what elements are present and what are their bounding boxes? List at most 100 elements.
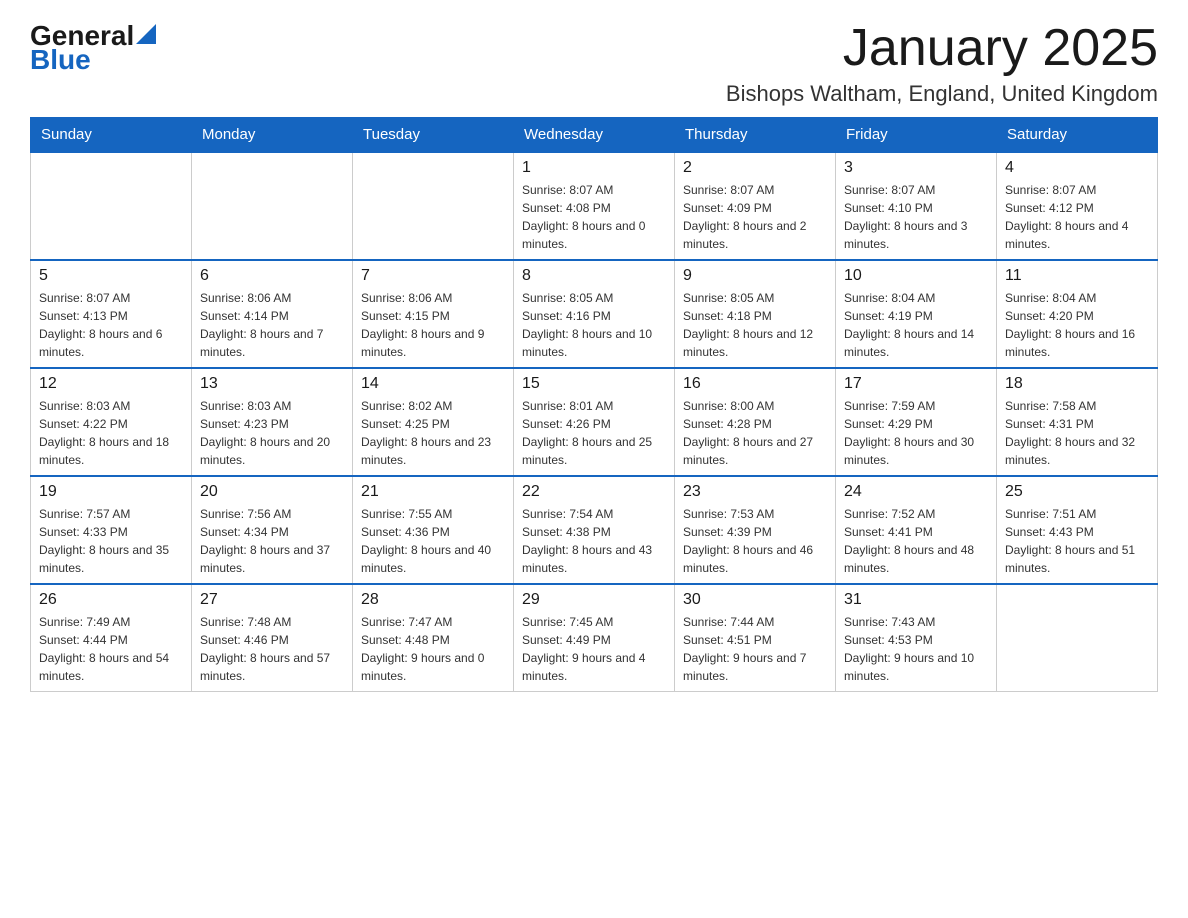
day-info: Sunrise: 8:03 AMSunset: 4:22 PMDaylight:…	[39, 397, 183, 469]
calendar-cell-1-6: 11 Sunrise: 8:04 AMSunset: 4:20 PMDayligh…	[997, 260, 1158, 368]
day-number: 4	[1005, 159, 1149, 177]
calendar-cell-2-1: 13 Sunrise: 8:03 AMSunset: 4:23 PMDayligh…	[192, 368, 353, 476]
week-row-5: 26Sunrise: 7:49 AMSunset: 4:44 PMDayligh…	[31, 584, 1158, 692]
day-number: 7	[361, 267, 505, 285]
day-info: Sunrise: 8:05 AMSunset: 4:16 PMDaylight:…	[522, 289, 666, 361]
week-row-4: 19 Sunrise: 7:57 AMSunset: 4:33 PMDayligh…	[31, 476, 1158, 584]
weekday-header-row: SundayMondayTuesdayWednesdayThursdayFrid…	[31, 118, 1158, 153]
calendar-cell-4-6	[997, 584, 1158, 692]
day-info: Sunrise: 8:04 AMSunset: 4:20 PMDaylight:…	[1005, 289, 1149, 361]
day-number: 30	[683, 591, 827, 609]
day-number: 11	[1005, 267, 1149, 285]
weekday-header-saturday: Saturday	[997, 118, 1158, 153]
day-info: Sunrise: 7:57 AMSunset: 4:33 PMDaylight:…	[39, 505, 183, 577]
calendar-cell-3-0: 19 Sunrise: 7:57 AMSunset: 4:33 PMDayligh…	[31, 476, 192, 584]
calendar-cell-0-2	[353, 152, 514, 260]
day-info: Sunrise: 7:58 AMSunset: 4:31 PMDaylight:…	[1005, 397, 1149, 469]
day-number: 8	[522, 267, 666, 285]
calendar-cell-1-0: 5 Sunrise: 8:07 AMSunset: 4:13 PMDaylight…	[31, 260, 192, 368]
calendar-table: SundayMondayTuesdayWednesdayThursdayFrid…	[30, 117, 1158, 692]
day-info: Sunrise: 7:51 AMSunset: 4:43 PMDaylight:…	[1005, 505, 1149, 577]
weekday-header-monday: Monday	[192, 118, 353, 153]
calendar-cell-3-5: 24Sunrise: 7:52 AMSunset: 4:41 PMDayligh…	[836, 476, 997, 584]
calendar-cell-0-0	[31, 152, 192, 260]
weekday-header-sunday: Sunday	[31, 118, 192, 153]
calendar-cell-1-5: 10Sunrise: 8:04 AMSunset: 4:19 PMDayligh…	[836, 260, 997, 368]
day-number: 16	[683, 375, 827, 393]
calendar-cell-1-4: 9Sunrise: 8:05 AMSunset: 4:18 PMDaylight…	[675, 260, 836, 368]
day-number: 27	[200, 591, 344, 609]
day-number: 5	[39, 267, 183, 285]
calendar-cell-3-3: 22Sunrise: 7:54 AMSunset: 4:38 PMDayligh…	[514, 476, 675, 584]
calendar-cell-2-6: 18 Sunrise: 7:58 AMSunset: 4:31 PMDayligh…	[997, 368, 1158, 476]
day-info: Sunrise: 7:53 AMSunset: 4:39 PMDaylight:…	[683, 505, 827, 577]
day-number: 1	[522, 159, 666, 177]
day-info: Sunrise: 7:55 AMSunset: 4:36 PMDaylight:…	[361, 505, 505, 577]
logo-triangle-icon	[136, 24, 156, 44]
day-info: Sunrise: 8:07 AMSunset: 4:08 PMDaylight:…	[522, 181, 666, 253]
day-info: Sunrise: 8:06 AMSunset: 4:14 PMDaylight:…	[200, 289, 344, 361]
calendar-cell-2-0: 12 Sunrise: 8:03 AMSunset: 4:22 PMDayligh…	[31, 368, 192, 476]
day-info: Sunrise: 7:45 AMSunset: 4:49 PMDaylight:…	[522, 613, 666, 685]
day-info: Sunrise: 8:07 AMSunset: 4:10 PMDaylight:…	[844, 181, 988, 253]
day-number: 19	[39, 483, 183, 501]
day-info: Sunrise: 8:01 AMSunset: 4:26 PMDaylight:…	[522, 397, 666, 469]
day-info: Sunrise: 7:49 AMSunset: 4:44 PMDaylight:…	[39, 613, 183, 685]
calendar-cell-4-2: 28 Sunrise: 7:47 AMSunset: 4:48 PMDayligh…	[353, 584, 514, 692]
calendar-cell-0-6: 4Sunrise: 8:07 AMSunset: 4:12 PMDaylight…	[997, 152, 1158, 260]
calendar-cell-3-4: 23 Sunrise: 7:53 AMSunset: 4:39 PMDayligh…	[675, 476, 836, 584]
day-info: Sunrise: 7:43 AMSunset: 4:53 PMDaylight:…	[844, 613, 988, 685]
day-info: Sunrise: 8:07 AMSunset: 4:09 PMDaylight:…	[683, 181, 827, 253]
weekday-header-wednesday: Wednesday	[514, 118, 675, 153]
day-number: 3	[844, 159, 988, 177]
day-number: 17	[844, 375, 988, 393]
day-number: 28	[361, 591, 505, 609]
day-info: Sunrise: 7:48 AMSunset: 4:46 PMDaylight:…	[200, 613, 344, 685]
day-info: Sunrise: 8:06 AMSunset: 4:15 PMDaylight:…	[361, 289, 505, 361]
day-number: 29	[522, 591, 666, 609]
day-info: Sunrise: 8:07 AMSunset: 4:13 PMDaylight:…	[39, 289, 183, 361]
day-info: Sunrise: 7:44 AMSunset: 4:51 PMDaylight:…	[683, 613, 827, 685]
calendar-cell-3-6: 25 Sunrise: 7:51 AMSunset: 4:43 PMDayligh…	[997, 476, 1158, 584]
day-number: 25	[1005, 483, 1149, 501]
day-info: Sunrise: 7:52 AMSunset: 4:41 PMDaylight:…	[844, 505, 988, 577]
weekday-header-thursday: Thursday	[675, 118, 836, 153]
day-number: 14	[361, 375, 505, 393]
logo: General Blue	[30, 20, 156, 76]
calendar-cell-1-2: 7 Sunrise: 8:06 AMSunset: 4:15 PMDaylight…	[353, 260, 514, 368]
week-row-1: 1 Sunrise: 8:07 AMSunset: 4:08 PMDaylight…	[31, 152, 1158, 260]
day-info: Sunrise: 7:47 AMSunset: 4:48 PMDaylight:…	[361, 613, 505, 685]
day-number: 23	[683, 483, 827, 501]
day-info: Sunrise: 8:03 AMSunset: 4:23 PMDaylight:…	[200, 397, 344, 469]
logo-blue-text: Blue	[30, 44, 91, 76]
day-info: Sunrise: 8:05 AMSunset: 4:18 PMDaylight:…	[683, 289, 827, 361]
day-number: 2	[683, 159, 827, 177]
calendar-cell-1-3: 8 Sunrise: 8:05 AMSunset: 4:16 PMDaylight…	[514, 260, 675, 368]
day-number: 6	[200, 267, 344, 285]
calendar-cell-0-5: 3 Sunrise: 8:07 AMSunset: 4:10 PMDaylight…	[836, 152, 997, 260]
calendar-cell-4-1: 27 Sunrise: 7:48 AMSunset: 4:46 PMDayligh…	[192, 584, 353, 692]
day-number: 18	[1005, 375, 1149, 393]
week-row-2: 5 Sunrise: 8:07 AMSunset: 4:13 PMDaylight…	[31, 260, 1158, 368]
day-number: 21	[361, 483, 505, 501]
calendar-cell-3-2: 21 Sunrise: 7:55 AMSunset: 4:36 PMDayligh…	[353, 476, 514, 584]
day-number: 10	[844, 267, 988, 285]
day-number: 12	[39, 375, 183, 393]
calendar-cell-2-4: 16 Sunrise: 8:00 AMSunset: 4:28 PMDayligh…	[675, 368, 836, 476]
weekday-header-friday: Friday	[836, 118, 997, 153]
calendar-cell-4-5: 31Sunrise: 7:43 AMSunset: 4:53 PMDayligh…	[836, 584, 997, 692]
calendar-cell-1-1: 6 Sunrise: 8:06 AMSunset: 4:14 PMDaylight…	[192, 260, 353, 368]
calendar-cell-2-2: 14Sunrise: 8:02 AMSunset: 4:25 PMDayligh…	[353, 368, 514, 476]
day-info: Sunrise: 7:54 AMSunset: 4:38 PMDaylight:…	[522, 505, 666, 577]
day-number: 13	[200, 375, 344, 393]
calendar-cell-2-3: 15 Sunrise: 8:01 AMSunset: 4:26 PMDayligh…	[514, 368, 675, 476]
day-info: Sunrise: 8:00 AMSunset: 4:28 PMDaylight:…	[683, 397, 827, 469]
calendar-cell-3-1: 20Sunrise: 7:56 AMSunset: 4:34 PMDayligh…	[192, 476, 353, 584]
calendar-cell-0-1	[192, 152, 353, 260]
day-number: 15	[522, 375, 666, 393]
calendar-cell-2-5: 17 Sunrise: 7:59 AMSunset: 4:29 PMDayligh…	[836, 368, 997, 476]
calendar-cell-0-3: 1 Sunrise: 8:07 AMSunset: 4:08 PMDaylight…	[514, 152, 675, 260]
day-info: Sunrise: 7:56 AMSunset: 4:34 PMDaylight:…	[200, 505, 344, 577]
calendar-cell-4-3: 29 Sunrise: 7:45 AMSunset: 4:49 PMDayligh…	[514, 584, 675, 692]
day-info: Sunrise: 7:59 AMSunset: 4:29 PMDaylight:…	[844, 397, 988, 469]
